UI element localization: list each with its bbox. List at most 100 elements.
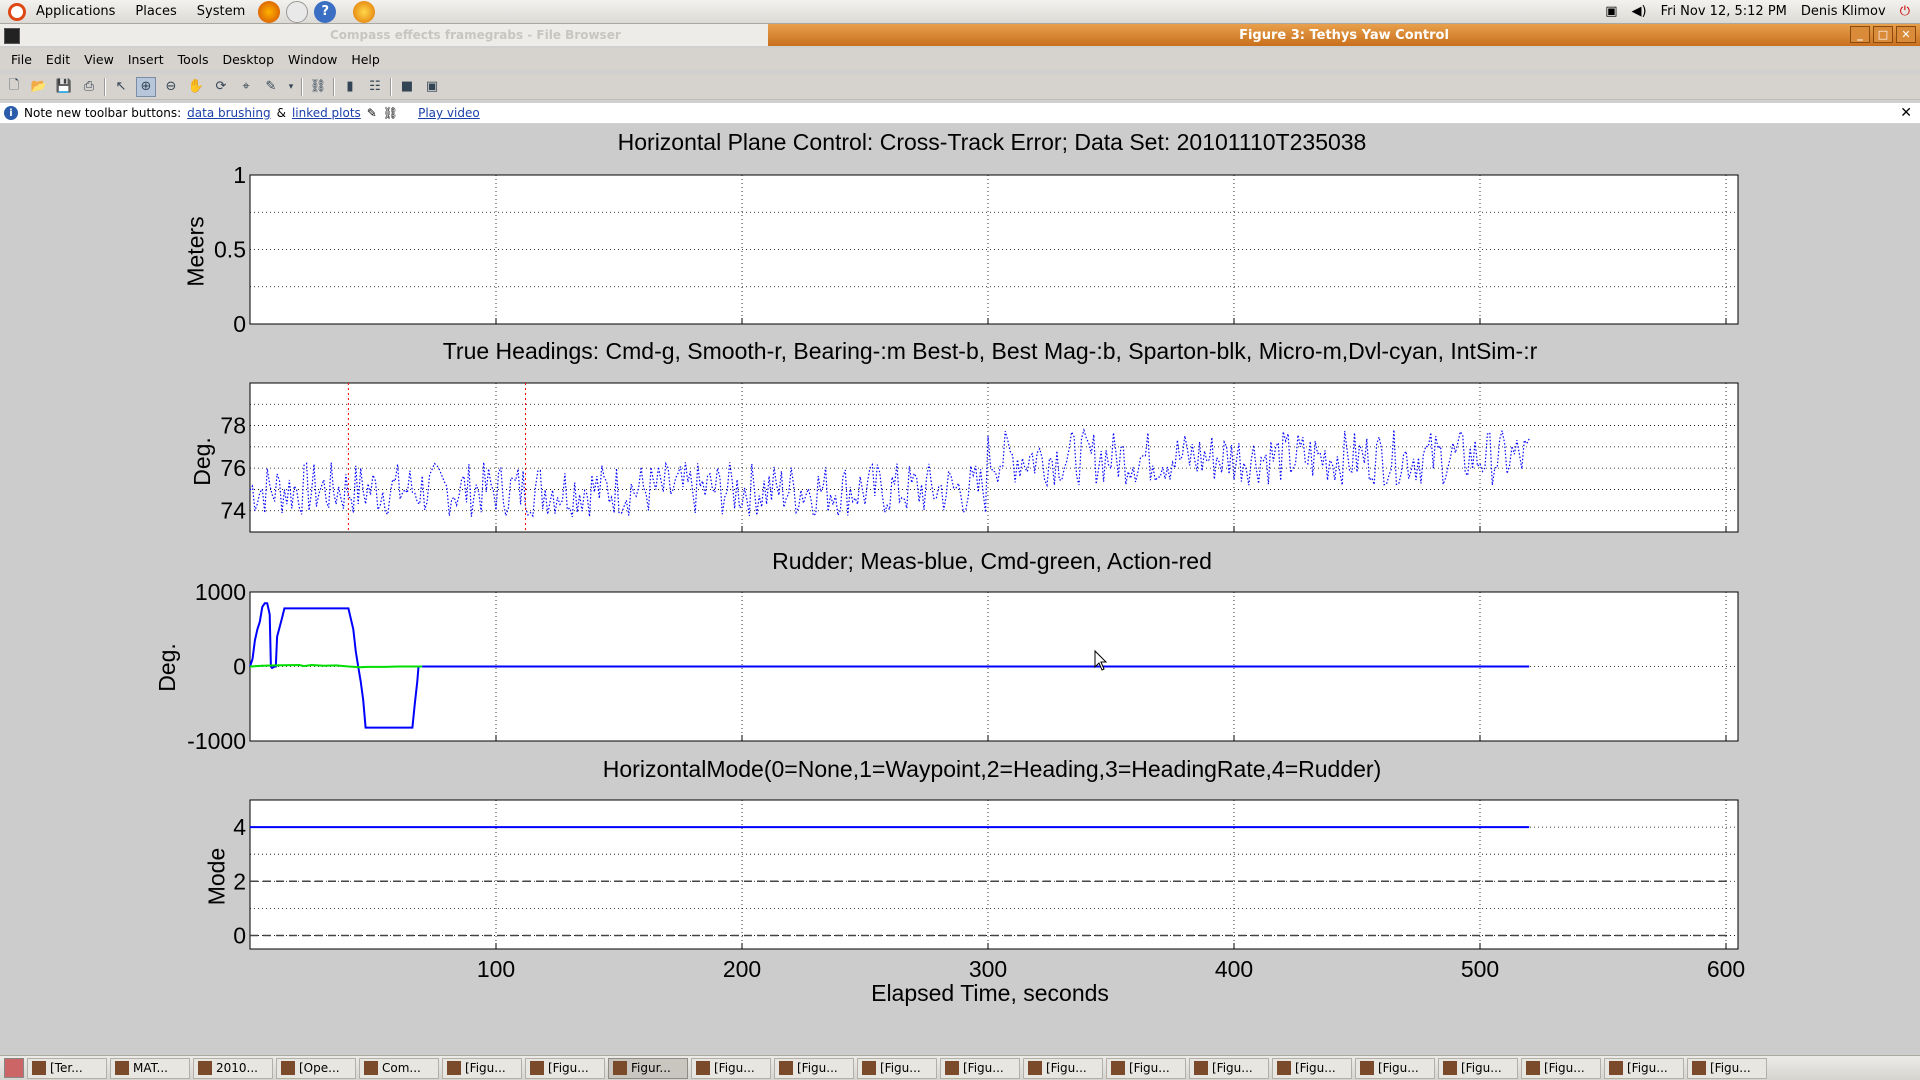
taskbar-item-icon xyxy=(1277,1061,1291,1075)
active-window-title[interactable]: Figure 3: Tethys Yaw Control _ □ ✕ xyxy=(768,24,1920,46)
maximize-button[interactable]: □ xyxy=(1873,26,1893,43)
play-video-link[interactable]: Play video xyxy=(418,106,480,120)
taskbar-item-icon xyxy=(115,1061,129,1075)
taskbar-item[interactable]: Figur... xyxy=(608,1057,688,1079)
zoom-out-icon[interactable]: ⊖ xyxy=(161,77,181,97)
taskbar-item-icon xyxy=(1028,1061,1042,1075)
new-figure-icon[interactable]: 🗋 xyxy=(4,77,24,97)
system-menu[interactable]: System xyxy=(187,4,255,19)
plots-svg[interactable]: 0 0.5 1 74 76 78 -1000 0 1000 0 2 4 100 200 300 400 500 6… xyxy=(0,124,1920,1024)
pan-icon[interactable]: ✋ xyxy=(186,77,206,97)
x-tick-label: 600 xyxy=(1707,956,1745,982)
minimize-button[interactable]: _ xyxy=(1850,26,1870,43)
info-bar: i Note new toolbar buttons: data brushin… xyxy=(0,103,1920,123)
taskbar-item[interactable]: [Figu... xyxy=(1272,1057,1352,1079)
brush-dropdown-icon[interactable]: ▾ xyxy=(286,77,296,97)
show-plot-tools-icon[interactable]: ▣ xyxy=(422,77,442,97)
taskbar-item-label: [Figu... xyxy=(1710,1061,1751,1075)
taskbar-item-label: [Figu... xyxy=(548,1061,589,1075)
taskbar-item[interactable]: [Figu... xyxy=(1604,1057,1684,1079)
taskbar-item[interactable]: [Figu... xyxy=(442,1057,522,1079)
firefox-icon[interactable] xyxy=(258,0,281,23)
menu-help[interactable]: Help xyxy=(344,52,387,67)
taskbar-item[interactable]: [Figu... xyxy=(1106,1057,1186,1079)
help-icon[interactable]: ? xyxy=(314,0,337,23)
taskbar-item-label: [Figu... xyxy=(797,1061,838,1075)
applications-menu[interactable]: Applications xyxy=(26,4,125,19)
taskbar-item[interactable]: [Figu... xyxy=(1687,1057,1767,1079)
x-tick-label: 500 xyxy=(1461,956,1499,982)
show-desktop-icon[interactable] xyxy=(4,1058,24,1078)
network-icon[interactable]: ▣ xyxy=(1605,4,1617,19)
taskbar-item-label: MAT... xyxy=(133,1061,168,1075)
inactive-title-text: Compass effects framegrabs - File Browse… xyxy=(330,28,621,42)
save-icon[interactable]: 💾 xyxy=(54,77,74,97)
ampersand: & xyxy=(276,106,286,120)
plot2-axes xyxy=(249,382,1739,533)
plot2-ytick-label: 76 xyxy=(220,455,246,481)
info-text: Note new toolbar buttons: xyxy=(24,106,182,120)
update-notifier-icon[interactable] xyxy=(353,0,376,23)
taskbar-item[interactable]: [Figu... xyxy=(525,1057,605,1079)
zoom-in-icon[interactable]: ⊕ xyxy=(136,76,156,97)
taskbar-item-icon xyxy=(1360,1061,1374,1075)
menu-view[interactable]: View xyxy=(77,52,121,67)
bottom-taskbar: [Ter... MAT... 2010... [Ope... Com... [Figu..… xyxy=(0,1055,1920,1080)
taskbar-item[interactable]: [Figu... xyxy=(857,1057,937,1079)
taskbar-item[interactable]: 2010... xyxy=(193,1057,273,1079)
brush-small-icon: ✎ xyxy=(366,106,377,120)
menu-file[interactable]: File xyxy=(4,52,39,67)
inactive-window-title[interactable]: Compass effects framegrabs - File Browse… xyxy=(0,24,768,46)
close-button[interactable]: ✕ xyxy=(1896,26,1916,43)
taskbar-item[interactable]: [Figu... xyxy=(691,1057,771,1079)
taskbar-item[interactable]: [Figu... xyxy=(1521,1057,1601,1079)
taskbar-item-label: [Figu... xyxy=(1046,1061,1087,1075)
taskbar-item[interactable]: [Figu... xyxy=(1355,1057,1435,1079)
edit-plot-icon[interactable]: ↖ xyxy=(111,77,131,97)
user-menu[interactable]: Denis Klimov xyxy=(1801,4,1886,19)
volume-icon[interactable]: ◀) xyxy=(1631,4,1646,19)
colorbar-icon[interactable]: ▮ xyxy=(340,77,360,97)
plot2-ytick-label: 78 xyxy=(220,413,246,439)
places-menu[interactable]: Places xyxy=(125,4,186,19)
taskbar-item[interactable]: [Figu... xyxy=(1438,1057,1518,1079)
data-brushing-link[interactable]: data brushing xyxy=(187,106,270,120)
rotate-3d-icon[interactable]: ⟳ xyxy=(211,77,231,97)
ubuntu-logo-icon[interactable] xyxy=(8,2,26,21)
plot3-ytick-label: 1000 xyxy=(195,579,246,605)
hide-plot-tools-icon[interactable]: ■ xyxy=(397,77,417,97)
taskbar-item[interactable]: MAT... xyxy=(110,1057,190,1079)
brush-icon[interactable]: ✎ xyxy=(261,77,281,97)
menu-edit[interactable]: Edit xyxy=(39,52,77,67)
open-file-icon[interactable]: 📂 xyxy=(29,77,49,97)
taskbar-item-label: [Figu... xyxy=(714,1061,755,1075)
taskbar-item[interactable]: [Figu... xyxy=(774,1057,854,1079)
menu-window[interactable]: Window xyxy=(281,52,344,67)
taskbar-item[interactable]: Com... xyxy=(359,1057,439,1079)
taskbar-item-label: [Figu... xyxy=(1295,1061,1336,1075)
taskbar-item-label: 2010... xyxy=(216,1061,258,1075)
taskbar-item-label: [Ope... xyxy=(299,1061,340,1075)
power-icon[interactable]: ⏻ xyxy=(1900,4,1910,19)
taskbar-item-icon xyxy=(1609,1061,1623,1075)
print-icon[interactable]: ⎙ xyxy=(79,77,99,97)
taskbar-item-label: [Figu... xyxy=(1378,1061,1419,1075)
taskbar-item[interactable]: [Figu... xyxy=(940,1057,1020,1079)
taskbar-item[interactable]: [Figu... xyxy=(1189,1057,1269,1079)
taskbar-item-icon xyxy=(364,1061,378,1075)
menu-insert[interactable]: Insert xyxy=(121,52,171,67)
close-info-icon[interactable]: ✕ xyxy=(1900,105,1912,121)
mail-icon[interactable] xyxy=(286,0,309,23)
menu-desktop[interactable]: Desktop xyxy=(215,52,281,67)
link-plot-icon[interactable]: ⛓ xyxy=(308,77,328,97)
taskbar-item[interactable]: [Figu... xyxy=(1023,1057,1103,1079)
menu-tools[interactable]: Tools xyxy=(171,52,216,67)
plot3-ytick-label: -1000 xyxy=(187,728,246,754)
data-cursor-icon[interactable]: ⌖ xyxy=(236,77,256,97)
taskbar-item[interactable]: [Ope... xyxy=(276,1057,356,1079)
taskbar-item[interactable]: [Ter... xyxy=(27,1057,107,1079)
linked-plots-link[interactable]: linked plots xyxy=(292,106,361,120)
clock[interactable]: Fri Nov 12, 5:12 PM xyxy=(1661,4,1787,19)
legend-icon[interactable]: ☷ xyxy=(365,77,385,97)
taskbar-item-label: [Ter... xyxy=(50,1061,83,1075)
